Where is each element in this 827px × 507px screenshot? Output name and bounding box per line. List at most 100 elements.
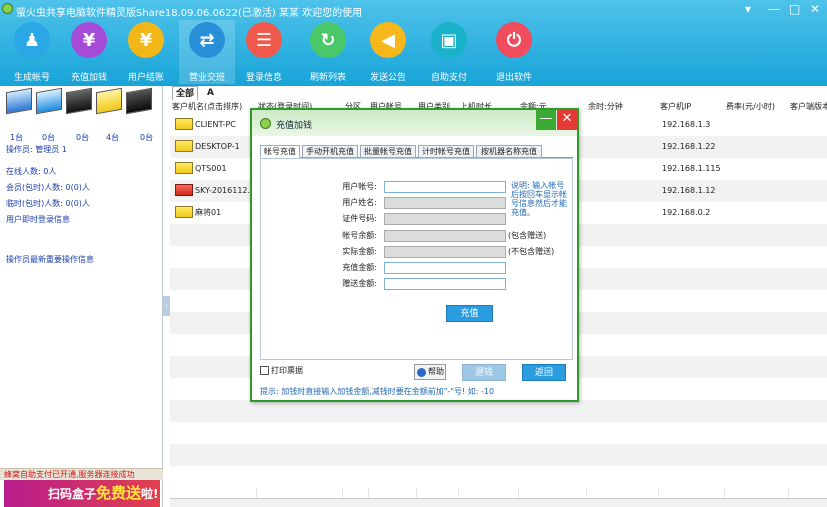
tab-a[interactable]: A xyxy=(204,86,217,100)
field-label: 实际金额: xyxy=(342,246,377,256)
field-input-3 xyxy=(384,229,506,242)
recharge-tabs: 帐号充值 手动开机充值 批量帐号充值 计时帐号充值 按机器名称充值 xyxy=(260,145,573,158)
close-button[interactable]: ✕ xyxy=(810,2,820,16)
operator-label: 操作员: 管理员 1 xyxy=(6,145,67,154)
field-label: 证件号码: xyxy=(342,214,377,224)
recharge-form: 说明: 输入帐号后按回车显示帐号信息然后才能充值。 充值 用户帐号: 用户姓名: 证… xyxy=(260,158,573,360)
online-count: 在线人数: 0人 xyxy=(6,167,57,176)
field-input-1 xyxy=(384,197,506,210)
promo-suffix: 啦! xyxy=(141,487,159,501)
toolbar-label: 发送公告 xyxy=(369,73,406,83)
field-label: 用户姓名: xyxy=(342,198,377,208)
recharge-dialog: 充值加钱 — ✕ 帐号充值 手动开机充值 批量帐号充值 计时帐号充值 按机器名称… xyxy=(250,108,579,402)
toolbar-button-5[interactable]: ↻ 刷新列表 xyxy=(300,20,356,84)
toolbar-button-8[interactable]: ⏻ 退出软件 xyxy=(486,20,542,84)
field-input-6[interactable] xyxy=(384,278,506,291)
login-info-label: 用户即时登录信息 xyxy=(6,215,70,224)
computer-icon xyxy=(175,184,193,196)
toolbar-button-6[interactable]: ◀ 发送公告 xyxy=(360,20,416,84)
client-ip: 192.168.1.22 xyxy=(662,142,716,151)
column-header[interactable]: 客户机IP xyxy=(660,100,726,114)
maximize-button[interactable]: □ xyxy=(789,2,800,16)
tab-account-recharge[interactable]: 帐号充值 xyxy=(260,145,300,158)
toolbar-label: 自助支付 xyxy=(430,73,467,83)
dialog-minimize-button[interactable]: — xyxy=(536,110,556,130)
client-name: QTS001 xyxy=(195,164,227,173)
field-input-5[interactable] xyxy=(384,262,506,274)
client-status-monitors xyxy=(4,87,159,128)
toolbar-label: 登录信息 xyxy=(245,73,282,83)
operator-info-label: 操作员最新重要操作信息 xyxy=(6,255,94,264)
client-ip: 192.168.1.12 xyxy=(662,186,716,195)
column-header[interactable]: 费率(元/小时) xyxy=(726,100,790,114)
toolbar-label: 营业交班 xyxy=(188,73,225,83)
field-label: 充值金额: xyxy=(342,263,377,272)
sidebar: 1台 0台 0台 4台 0台 操作员: 管理员 1 在线人数: 0人 会员(包时… xyxy=(0,86,163,507)
client-name: CLIENT-PC xyxy=(195,120,236,129)
member-count: 会员(包时)人数: 0(0)人 xyxy=(6,183,90,192)
client-ip: 192.168.1.115 xyxy=(662,164,721,173)
toolbar-label: 用户结账 xyxy=(127,73,164,83)
column-header[interactable]: 余时:分钟 xyxy=(588,100,660,114)
tab-all[interactable]: 全部 xyxy=(172,86,199,100)
app-logo-icon xyxy=(2,3,13,14)
dialog-title: 充值加钱 xyxy=(276,121,313,131)
monitor-locked-icon xyxy=(66,87,92,115)
table-row[interactable] xyxy=(170,422,827,444)
toolbar-button-7[interactable]: ▣ 自助支付 xyxy=(421,20,477,84)
toolbar-label: 生成帐号 xyxy=(13,73,50,83)
refund-button[interactable]: 退钱 xyxy=(462,364,506,381)
promo-banner[interactable]: 扫码盒子免费送啦! xyxy=(4,480,160,507)
toolbar-button-0[interactable]: ♟ 生成帐号 xyxy=(4,20,60,84)
table-row[interactable] xyxy=(170,444,827,466)
tab-machine-recharge[interactable]: 按机器名称充值 xyxy=(476,145,542,158)
window-title: 萤火虫共享电脑软件精灵版Share18.09.06.0622(已激活) 某某 欢… xyxy=(16,8,363,19)
computer-icon xyxy=(175,162,193,174)
count-4: 4台 xyxy=(106,133,120,142)
computer-icon xyxy=(175,206,193,218)
print-receipt-checkbox[interactable] xyxy=(260,366,269,375)
power-icon: ⏻ xyxy=(496,22,532,58)
toolbar-label: 退出软件 xyxy=(495,73,532,83)
toolbar-button-2[interactable]: ¥ 用户结账 xyxy=(118,20,174,84)
column-header[interactable]: 客户端版本 xyxy=(790,100,827,114)
toolbar-button-4[interactable]: ☰ 登录信息 xyxy=(236,20,292,84)
tab-manual-boot-recharge[interactable]: 手动开机充值 xyxy=(302,145,358,158)
megaphone-icon: ◀ xyxy=(370,22,406,58)
dialog-logo-icon xyxy=(260,118,271,129)
horizontal-scrollbar[interactable] xyxy=(170,498,827,507)
app-header: 萤火虫共享电脑软件精灵版Share18.09.06.0622(已激活) 某某 欢… xyxy=(0,0,827,86)
field-input-0[interactable] xyxy=(384,181,506,193)
tab-timer-recharge[interactable]: 计时帐号充值 xyxy=(418,145,474,158)
client-name: SKY-2016112... xyxy=(195,186,255,195)
field-label: 用户帐号: xyxy=(342,182,377,191)
table-row[interactable] xyxy=(170,466,827,488)
recharge-button[interactable]: 充值 xyxy=(446,305,493,322)
column-header[interactable]: 客户机名(点击排序) xyxy=(172,100,258,114)
toolbar-button-1[interactable]: ¥ 充值加钱 xyxy=(61,20,117,84)
menu-dropdown-button[interactable]: ▾ xyxy=(745,2,751,16)
back-button[interactable]: 返回 xyxy=(522,364,566,381)
count-5: 0台 xyxy=(140,133,154,142)
collapse-sidebar-button[interactable]: ‹ xyxy=(163,296,170,316)
instruction-note: 说明: 输入帐号后按回车显示帐号信息然后才能充值。 xyxy=(511,181,567,217)
user-add-icon: ♟ xyxy=(14,22,50,58)
help-button[interactable]: 帮助 xyxy=(414,364,446,380)
refresh-icon: ↻ xyxy=(310,22,346,58)
yen-icon: ¥ xyxy=(71,22,107,58)
field-input-2 xyxy=(384,213,506,226)
toolbar-button-3[interactable]: ⇄ 营业交班 xyxy=(179,20,235,84)
monitor-idle-icon xyxy=(36,87,62,115)
self-pay-icon: ▣ xyxy=(431,22,467,58)
tab-batch-recharge[interactable]: 批量帐号充值 xyxy=(360,145,416,158)
count-2: 0台 xyxy=(42,133,56,142)
client-name: DESKTOP-1 xyxy=(195,142,240,151)
computer-icon xyxy=(175,140,193,152)
table-row[interactable] xyxy=(170,400,827,422)
dialog-close-button[interactable]: ✕ xyxy=(557,110,577,130)
minimize-button[interactable]: — xyxy=(768,2,780,16)
login-info-icon: ☰ xyxy=(246,22,282,58)
field-label: 帐号余额: xyxy=(342,230,377,240)
field-input-4 xyxy=(384,245,506,258)
count-3: 0台 xyxy=(76,133,90,142)
